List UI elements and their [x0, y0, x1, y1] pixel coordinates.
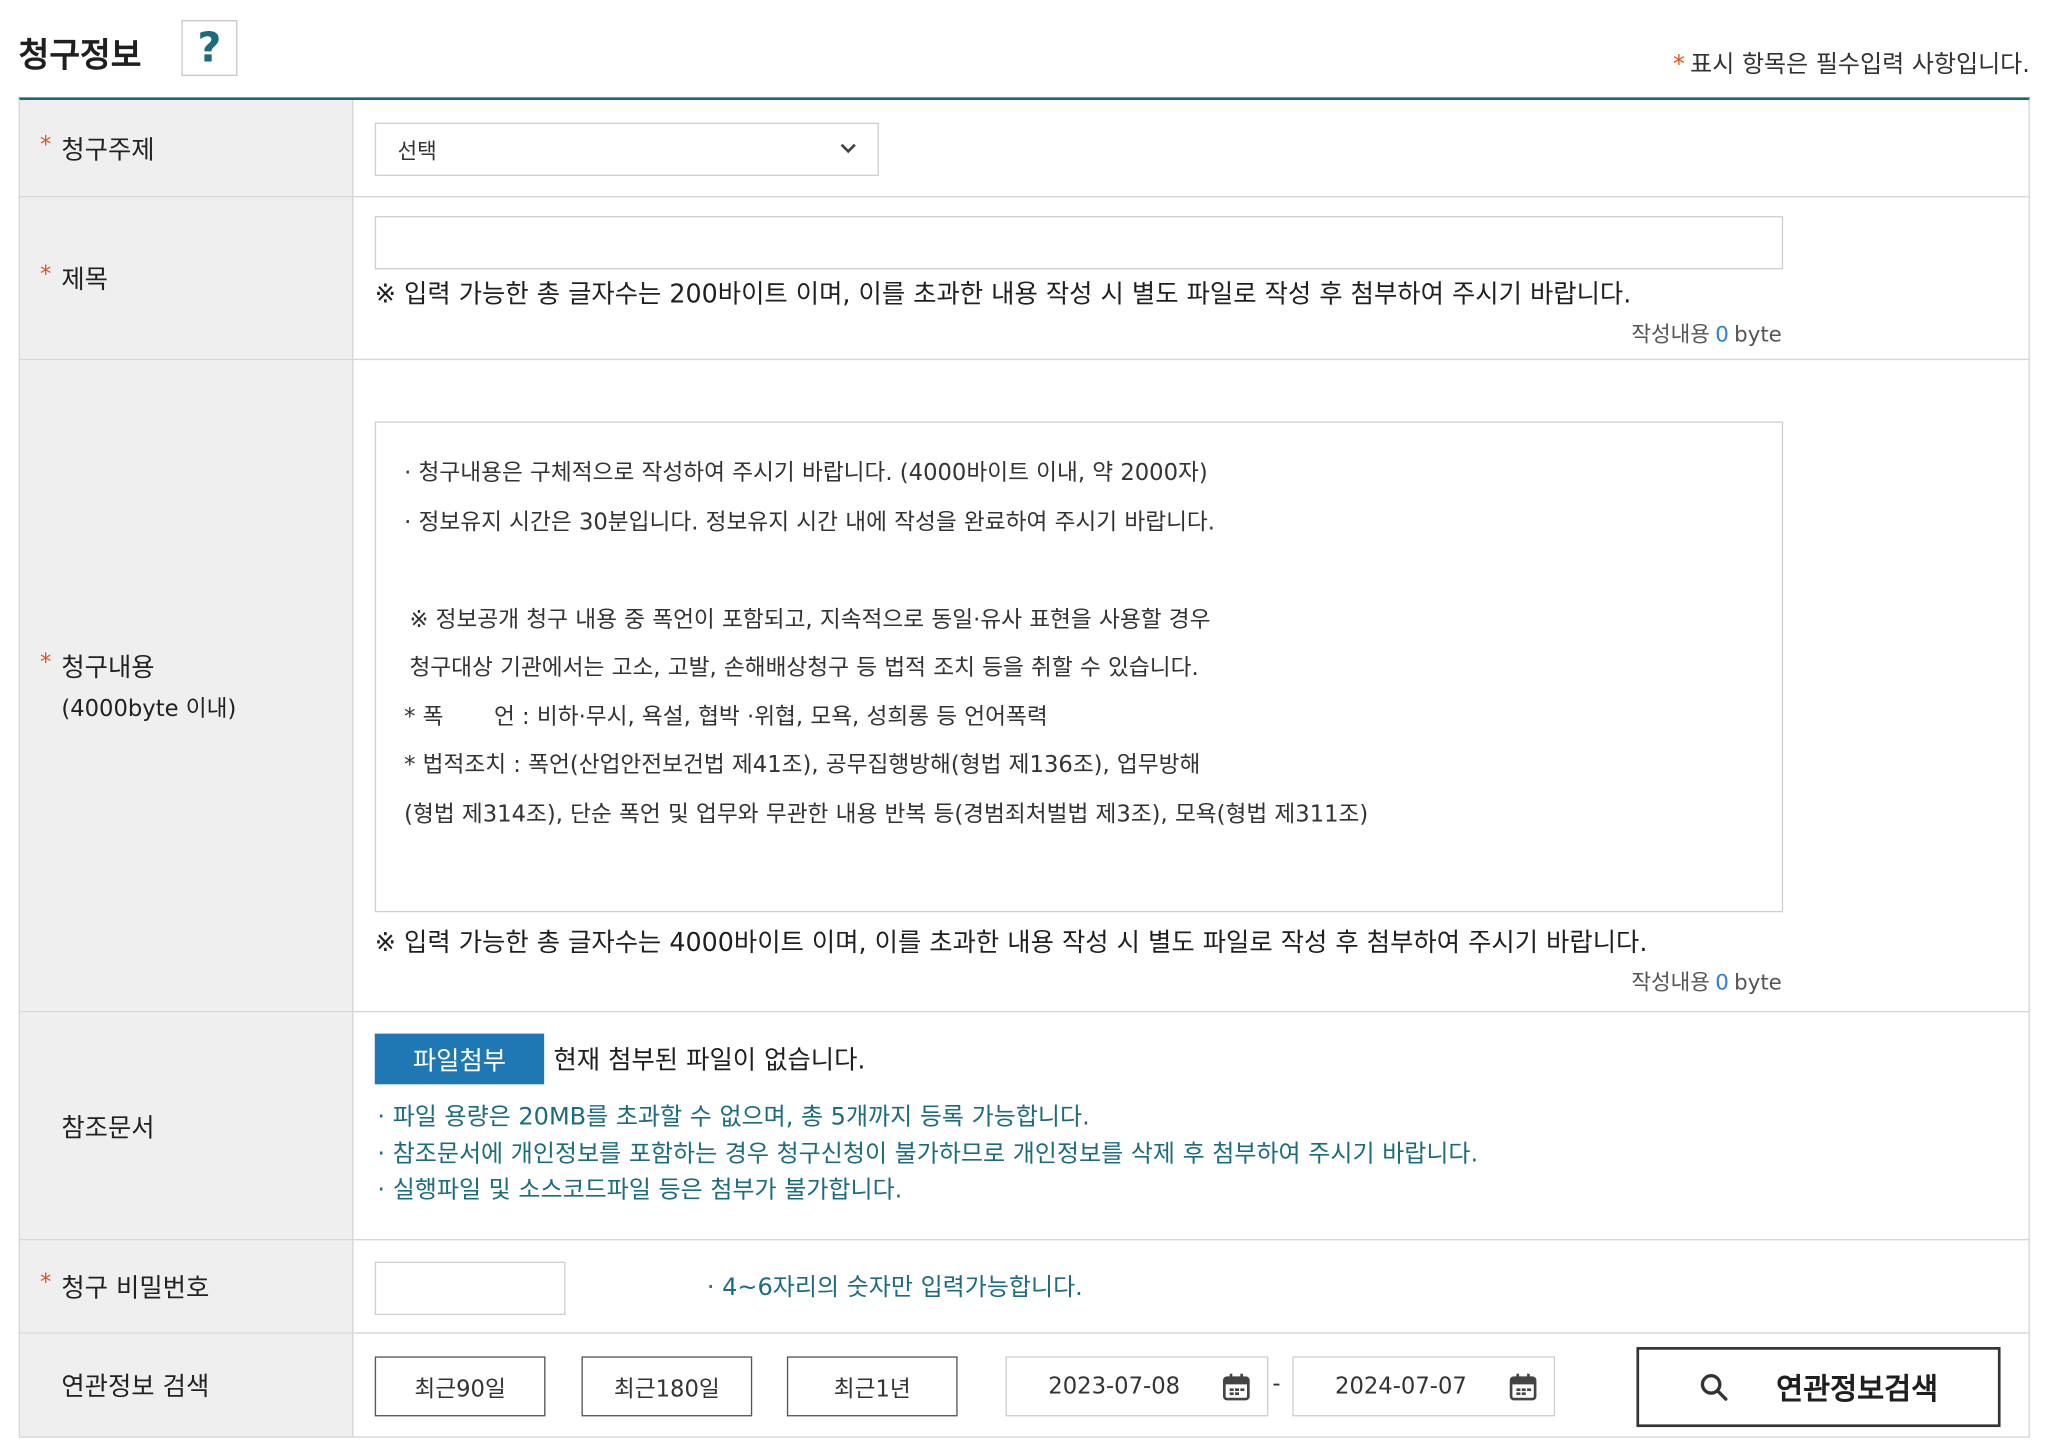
file-attach-button[interactable]: 파일첨부: [374, 1033, 545, 1085]
related-search-button[interactable]: 연관정보검색: [1636, 1347, 2001, 1428]
content-placeholder-line: ※ 정보공개 청구 내용 중 폭언이 포함되고, 지속적으로 동일·유사 표현을…: [409, 606, 1211, 633]
row-subject: * 청구주제 선택: [20, 100, 2029, 198]
attachment-note: · 실행파일 및 소스코드파일 등은 첨부가 불가합니다.: [377, 1176, 903, 1205]
value-cell-password: · 4~6자리의 숫자만 입력가능합니다.: [353, 1240, 2028, 1332]
value-cell-content: · 청구내용은 구체적으로 작성하여 주시기 바랍니다. (4000바이트 이내…: [353, 360, 2028, 1011]
label-cell-content: * 청구내용 (4000byte 이내): [20, 360, 354, 1011]
content-byte-counter: 작성내용 0 byte: [1631, 964, 1781, 996]
row-attachment: 참조문서 파일첨부 현재 첨부된 파일이 없습니다. · 파일 용량은 20MB…: [20, 1012, 2029, 1241]
row-password: * 청구 비밀번호 · 4~6자리의 숫자만 입력가능합니다.: [20, 1240, 2029, 1334]
subject-select[interactable]: 선택: [374, 122, 879, 177]
byte-counter-value: 0: [1715, 321, 1729, 347]
content-placeholder-line: * 폭 언 : 비하·무시, 욕설, 협박 ·위협, 모욕, 성희롱 등 언어폭…: [404, 703, 1048, 731]
content-placeholder-line: 청구대상 기관에서는 고소, 고발, 손해배상청구 등 법적 조치 등을 취할 …: [409, 654, 1199, 682]
title-input[interactable]: [374, 216, 1784, 270]
content-placeholder-line: · 정보유지 시간은 30분입니다. 정보유지 시간 내에 작성을 완료하여 주…: [404, 508, 1216, 536]
content-textarea[interactable]: · 청구내용은 구체적으로 작성하여 주시기 바랍니다. (4000바이트 이내…: [374, 421, 1784, 913]
value-cell-attachment: 파일첨부 현재 첨부된 파일이 없습니다. · 파일 용량은 20MB를 초과할…: [353, 1012, 2028, 1239]
row-title: * 제목 ※ 입력 가능한 총 글자수는 200바이트 이며, 이를 초과한 내용…: [20, 197, 2029, 361]
attachment-note: · 참조문서에 개인정보를 포함하는 경우 청구신청이 불가하므로 개인정보를 …: [377, 1139, 1479, 1168]
label-cell-password: * 청구 비밀번호: [20, 1240, 354, 1333]
question-mark-icon: ?: [197, 24, 222, 73]
title-byte-counter: 작성내용 0 byte: [1631, 316, 1781, 348]
billing-form-table: * 청구주제 선택 * 제목 ※ 입력 가능한 총 글자수는 200바이트 이며, …: [18, 97, 2030, 1438]
attachment-status: 현재 첨부된 파일이 없습니다.: [553, 1045, 866, 1075]
subject-label: 청구주제: [61, 135, 155, 165]
attachment-label: 참조문서: [61, 1112, 155, 1143]
value-cell-title: ※ 입력 가능한 총 글자수는 200바이트 이며, 이를 초과한 내용 작성 …: [353, 197, 2028, 358]
label-cell-related-search: 연관정보 검색: [20, 1333, 354, 1437]
content-placeholder-line: (형법 제314조), 단순 폭언 및 업무와 무관한 내용 반복 등(경범죄처…: [404, 800, 1369, 828]
byte-counter-label: 작성내용: [1631, 321, 1710, 347]
content-placeholder-line: * 법적조치 : 폭언(산업안전보건법 제41조), 공무집행방해(형법 제13…: [404, 752, 1201, 779]
value-cell-subject: 선택: [353, 100, 2028, 196]
help-button[interactable]: ?: [181, 20, 238, 77]
byte-counter-unit: byte: [1734, 969, 1782, 995]
row-related-search: 연관정보 검색 최근90일 최근180일 최근1년 2023-07-08 - 2…: [20, 1333, 2029, 1438]
calendar-icon[interactable]: [1508, 1372, 1537, 1401]
attachment-note: · 파일 용량은 20MB를 초과할 수 없으며, 총 5개까지 등록 가능합니…: [377, 1102, 1090, 1131]
period-button-90days[interactable]: 최근90일: [374, 1356, 546, 1417]
chevron-down-icon: [840, 143, 856, 154]
date-to-value: 2024-07-07: [1335, 1373, 1467, 1400]
period-button-1year[interactable]: 최근1년: [786, 1356, 958, 1417]
byte-counter-label: 작성내용: [1631, 969, 1710, 995]
label-cell-attachment: 참조문서: [20, 1012, 354, 1240]
required-star: *: [40, 649, 52, 677]
content-label: 청구내용: [61, 653, 155, 683]
byte-counter-unit: byte: [1734, 321, 1782, 347]
content-placeholder-line: · 청구내용은 구체적으로 작성하여 주시기 바랍니다. (4000바이트 이내…: [404, 460, 1208, 487]
required-notice: * 표시 항목은 필수입력 사항입니다.: [1673, 45, 2030, 80]
date-to-field[interactable]: 2024-07-07: [1292, 1356, 1556, 1417]
password-input[interactable]: [374, 1261, 566, 1316]
date-range-separator: -: [1272, 1371, 1281, 1398]
password-note: · 4~6자리의 숫자만 입력가능합니다.: [706, 1273, 1083, 1302]
title-label: 제목: [61, 265, 108, 295]
content-sublabel: (4000byte 이내): [61, 696, 237, 723]
related-search-label: 연관정보 검색: [61, 1372, 210, 1402]
related-search-button-label: 연관정보검색: [1776, 1373, 1939, 1408]
byte-counter-value: 0: [1715, 969, 1729, 995]
calendar-icon[interactable]: [1222, 1372, 1251, 1401]
date-from-field[interactable]: 2023-07-08: [1005, 1356, 1269, 1417]
required-star: *: [40, 261, 52, 289]
attachment-notes: · 파일 용량은 20MB를 초과할 수 없으며, 총 5개까지 등록 가능합니…: [377, 1098, 1478, 1208]
period-button-180days[interactable]: 최근180일: [581, 1356, 753, 1417]
subject-select-value: 선택: [397, 138, 437, 165]
required-star: *: [1672, 50, 1685, 79]
content-length-note: ※ 입력 가능한 총 글자수는 4000바이트 이며, 이를 초과한 내용 작성…: [374, 928, 1648, 958]
value-cell-related-search: 최근90일 최근180일 최근1년 2023-07-08 - 2024-07-0…: [353, 1334, 2028, 1437]
billing-info-form-page: 청구정보 ? * 표시 항목은 필수입력 사항입니다. * 청구주제 선택 * 제목: [0, 0, 2070, 1440]
password-label: 청구 비밀번호: [61, 1273, 210, 1304]
label-cell-title: * 제목: [20, 197, 354, 359]
page-title: 청구정보: [18, 36, 142, 75]
required-star: *: [40, 1269, 52, 1297]
required-star: *: [40, 131, 52, 159]
row-content: * 청구내용 (4000byte 이내) · 청구내용은 구체적으로 작성하여 주…: [20, 360, 2029, 1013]
required-notice-text: 표시 항목은 필수입력 사항입니다.: [1690, 50, 2030, 79]
label-cell-subject: * 청구주제: [20, 100, 354, 197]
search-icon: [1700, 1374, 1728, 1401]
date-from-value: 2023-07-08: [1048, 1373, 1181, 1400]
title-length-note: ※ 입력 가능한 총 글자수는 200바이트 이며, 이를 초과한 내용 작성 …: [374, 280, 1632, 310]
